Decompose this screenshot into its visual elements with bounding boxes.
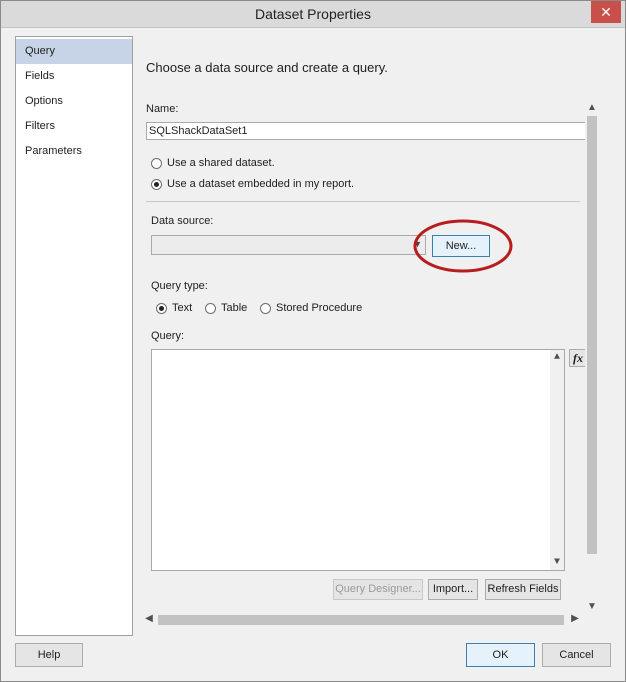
import-button[interactable]: Import...: [428, 579, 478, 600]
help-button[interactable]: Help: [15, 643, 83, 667]
nav-item-options[interactable]: Options: [16, 89, 132, 114]
cancel-button[interactable]: Cancel: [542, 643, 611, 667]
page-vertical-scrollbar[interactable]: ▲ ▼: [585, 102, 599, 612]
query-type-text-radio[interactable]: [156, 303, 167, 314]
title-bar: Dataset Properties ✕: [1, 1, 625, 28]
page-scroll-right-icon[interactable]: ▶: [568, 613, 582, 624]
page-scroll-thumb[interactable]: [587, 116, 597, 554]
datasource-label: Data source:: [151, 215, 214, 227]
refresh-fields-button[interactable]: Refresh Fields: [485, 579, 561, 600]
query-type-stored-procedure-radio[interactable]: [260, 303, 271, 314]
page-hscroll-thumb[interactable]: [158, 615, 564, 625]
datasource-dropdown[interactable]: ▼: [151, 235, 426, 255]
shared-dataset-label: Use a shared dataset.: [167, 157, 275, 169]
page-scroll-left-icon[interactable]: ◀: [142, 613, 156, 624]
query-page: Choose a data source and create a query.…: [132, 36, 602, 636]
nav-item-filters[interactable]: Filters: [16, 114, 132, 139]
query-type-table-label: Table: [221, 302, 248, 314]
separator: [146, 201, 580, 202]
query-type-text-label: Text: [172, 302, 193, 314]
query-label: Query:: [151, 330, 185, 342]
page-scroll-up-icon[interactable]: ▲: [585, 102, 599, 113]
dialog-title: Dataset Properties: [255, 6, 371, 22]
scroll-up-icon[interactable]: ▲: [550, 352, 564, 363]
page-horizontal-scrollbar[interactable]: ◀ ▶: [142, 613, 582, 627]
query-scrollbar[interactable]: ▲ ▼: [550, 350, 564, 570]
page-scroll-down-icon[interactable]: ▼: [585, 601, 599, 612]
nav-item-fields[interactable]: Fields: [16, 64, 132, 89]
query-text-area[interactable]: ▲ ▼: [151, 349, 565, 571]
dataset-properties-dialog: Dataset Properties ✕ Query Fields Option…: [0, 0, 626, 682]
nav-panel: Query Fields Options Filters Parameters: [15, 36, 133, 636]
nav-item-parameters[interactable]: Parameters: [16, 139, 132, 164]
query-type-label: Query type:: [151, 280, 208, 292]
name-label: Name:: [146, 103, 179, 115]
nav-item-query[interactable]: Query: [16, 39, 132, 64]
page-heading: Choose a data source and create a query.: [146, 60, 388, 75]
embedded-dataset-label: Use a dataset embedded in my report.: [167, 178, 355, 190]
ok-button[interactable]: OK: [466, 643, 535, 667]
shared-dataset-radio[interactable]: [151, 158, 162, 169]
query-type-stored-procedure-label: Stored Procedure: [276, 302, 363, 314]
scroll-down-icon[interactable]: ▼: [550, 557, 564, 568]
name-input[interactable]: SQLShackDataSet1: [146, 122, 586, 140]
query-designer-button[interactable]: Query Designer...: [333, 579, 423, 600]
highlight-circle: [413, 219, 513, 273]
query-type-table-radio[interactable]: [205, 303, 216, 314]
close-button[interactable]: ✕: [591, 1, 621, 23]
embedded-dataset-radio[interactable]: [151, 179, 162, 190]
